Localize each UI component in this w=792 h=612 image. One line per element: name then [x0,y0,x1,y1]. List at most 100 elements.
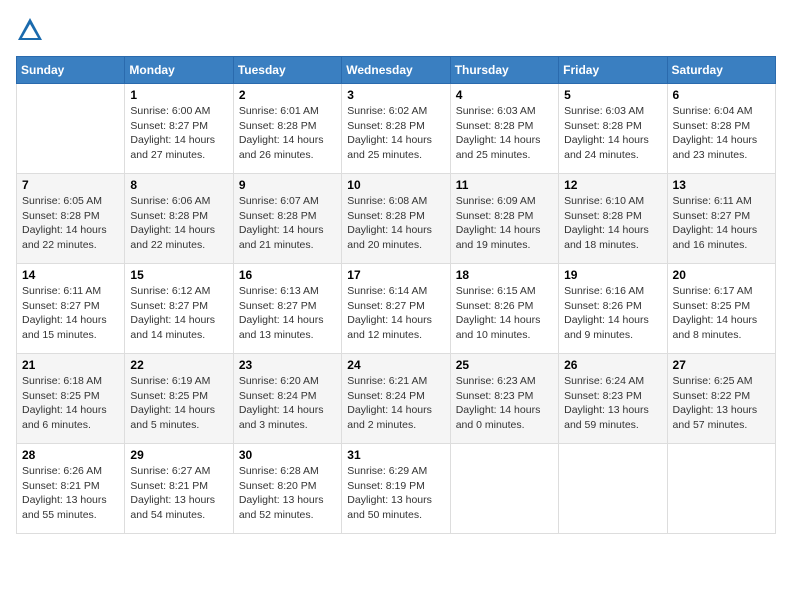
header-tuesday: Tuesday [233,57,341,84]
day-info: Sunrise: 6:08 AM Sunset: 8:28 PM Dayligh… [347,194,444,253]
day-info: Sunrise: 6:15 AM Sunset: 8:26 PM Dayligh… [456,284,553,343]
calendar-cell: 5 Sunrise: 6:03 AM Sunset: 8:28 PM Daylig… [559,84,667,174]
day-info: Sunrise: 6:26 AM Sunset: 8:21 PM Dayligh… [22,464,119,523]
day-number: 4 [456,88,553,102]
day-info: Sunrise: 6:21 AM Sunset: 8:24 PM Dayligh… [347,374,444,433]
day-info: Sunrise: 6:10 AM Sunset: 8:28 PM Dayligh… [564,194,661,253]
day-info: Sunrise: 6:13 AM Sunset: 8:27 PM Dayligh… [239,284,336,343]
day-number: 2 [239,88,336,102]
day-info: Sunrise: 6:06 AM Sunset: 8:28 PM Dayligh… [130,194,227,253]
calendar-cell: 4Sunrise: 6:03 AM Sunset: 8:28 PM Daylig… [450,84,558,174]
header-monday: Monday [125,57,233,84]
logo-icon [16,16,44,44]
day-info: Sunrise: 6:27 AM Sunset: 8:21 PM Dayligh… [130,464,227,523]
page-header [16,16,776,44]
calendar-cell: 25Sunrise: 6:23 AM Sunset: 8:23 PM Dayli… [450,354,558,444]
calendar-cell: 23 Sunrise: 6:20 AM Sunset: 8:24 PM Dayli… [233,354,341,444]
day-number: 12 [564,178,661,192]
calendar-cell: 18 Sunrise: 6:15 AM Sunset: 8:26 PM Dayli… [450,264,558,354]
calendar-cell: 15 Sunrise: 6:12 AM Sunset: 8:27 PM Dayli… [125,264,233,354]
calendar-cell: 17 Sunrise: 6:14 AM Sunset: 8:27 PM Dayli… [342,264,450,354]
day-number: 18 [456,268,553,282]
day-info: Sunrise: 6:11 AM Sunset: 8:27 PM Dayligh… [673,194,770,253]
day-number: 17 [347,268,444,282]
calendar-cell: 2 Sunrise: 6:01 AM Sunset: 8:28 PM Daylig… [233,84,341,174]
day-info: Sunrise: 6:02 AM Sunset: 8:28 PM Dayligh… [347,104,444,163]
day-info: Sunrise: 6:03 AM Sunset: 8:28 PM Dayligh… [564,104,661,163]
week-row-2: 7Sunrise: 6:05 AM Sunset: 8:28 PM Daylig… [17,174,776,264]
week-row-4: 21Sunrise: 6:18 AM Sunset: 8:25 PM Dayli… [17,354,776,444]
calendar-cell: 26 Sunrise: 6:24 AM Sunset: 8:23 PM Dayli… [559,354,667,444]
calendar-cell: 22 Sunrise: 6:19 AM Sunset: 8:25 PM Dayli… [125,354,233,444]
calendar-cell: 10 Sunrise: 6:08 AM Sunset: 8:28 PM Dayli… [342,174,450,264]
day-info: Sunrise: 6:20 AM Sunset: 8:24 PM Dayligh… [239,374,336,433]
day-number: 23 [239,358,336,372]
calendar-cell: 20Sunrise: 6:17 AM Sunset: 8:25 PM Dayli… [667,264,775,354]
day-number: 31 [347,448,444,462]
calendar-cell: 27Sunrise: 6:25 AM Sunset: 8:22 PM Dayli… [667,354,775,444]
day-info: Sunrise: 6:09 AM Sunset: 8:28 PM Dayligh… [456,194,553,253]
day-number: 28 [22,448,119,462]
day-number: 1 [130,88,227,102]
day-number: 16 [239,268,336,282]
day-info: Sunrise: 6:17 AM Sunset: 8:25 PM Dayligh… [673,284,770,343]
day-info: Sunrise: 6:01 AM Sunset: 8:28 PM Dayligh… [239,104,336,163]
day-number: 15 [130,268,227,282]
day-info: Sunrise: 6:23 AM Sunset: 8:23 PM Dayligh… [456,374,553,433]
calendar-cell: 11 Sunrise: 6:09 AM Sunset: 8:28 PM Dayli… [450,174,558,264]
calendar-cell: 14Sunrise: 6:11 AM Sunset: 8:27 PM Dayli… [17,264,125,354]
day-number: 9 [239,178,336,192]
day-info: Sunrise: 6:14 AM Sunset: 8:27 PM Dayligh… [347,284,444,343]
day-info: Sunrise: 6:16 AM Sunset: 8:26 PM Dayligh… [564,284,661,343]
day-number: 10 [347,178,444,192]
header-friday: Friday [559,57,667,84]
day-number: 6 [673,88,770,102]
day-info: Sunrise: 6:12 AM Sunset: 8:27 PM Dayligh… [130,284,227,343]
calendar-cell: 16 Sunrise: 6:13 AM Sunset: 8:27 PM Dayli… [233,264,341,354]
logo [16,16,48,44]
day-number: 13 [673,178,770,192]
calendar-cell: 29Sunrise: 6:27 AM Sunset: 8:21 PM Dayli… [125,444,233,534]
header-thursday: Thursday [450,57,558,84]
calendar-header-row: SundayMondayTuesdayWednesdayThursdayFrid… [17,57,776,84]
calendar-cell: 30 Sunrise: 6:28 AM Sunset: 8:20 PM Dayli… [233,444,341,534]
day-number: 27 [673,358,770,372]
calendar-cell: 24 Sunrise: 6:21 AM Sunset: 8:24 PM Dayli… [342,354,450,444]
day-info: Sunrise: 6:24 AM Sunset: 8:23 PM Dayligh… [564,374,661,433]
day-number: 24 [347,358,444,372]
header-sunday: Sunday [17,57,125,84]
day-number: 8 [130,178,227,192]
day-number: 3 [347,88,444,102]
calendar-cell [17,84,125,174]
day-number: 14 [22,268,119,282]
day-number: 22 [130,358,227,372]
calendar-cell [667,444,775,534]
calendar-cell: 1 Sunrise: 6:00 AM Sunset: 8:27 PM Daylig… [125,84,233,174]
day-number: 26 [564,358,661,372]
calendar-cell: 12 Sunrise: 6:10 AM Sunset: 8:28 PM Dayli… [559,174,667,264]
day-info: Sunrise: 6:29 AM Sunset: 8:19 PM Dayligh… [347,464,444,523]
week-row-1: 1 Sunrise: 6:00 AM Sunset: 8:27 PM Daylig… [17,84,776,174]
calendar-cell: 31 Sunrise: 6:29 AM Sunset: 8:19 PM Dayli… [342,444,450,534]
week-row-5: 28 Sunrise: 6:26 AM Sunset: 8:21 PM Dayli… [17,444,776,534]
day-number: 5 [564,88,661,102]
calendar-cell: 8 Sunrise: 6:06 AM Sunset: 8:28 PM Daylig… [125,174,233,264]
calendar-cell: 7Sunrise: 6:05 AM Sunset: 8:28 PM Daylig… [17,174,125,264]
day-number: 30 [239,448,336,462]
calendar-cell [559,444,667,534]
day-number: 19 [564,268,661,282]
calendar-cell: 9Sunrise: 6:07 AM Sunset: 8:28 PM Daylig… [233,174,341,264]
calendar-cell: 19 Sunrise: 6:16 AM Sunset: 8:26 PM Dayli… [559,264,667,354]
header-saturday: Saturday [667,57,775,84]
day-info: Sunrise: 6:28 AM Sunset: 8:20 PM Dayligh… [239,464,336,523]
header-wednesday: Wednesday [342,57,450,84]
calendar-cell [450,444,558,534]
calendar-cell: 21Sunrise: 6:18 AM Sunset: 8:25 PM Dayli… [17,354,125,444]
calendar-cell: 6Sunrise: 6:04 AM Sunset: 8:28 PM Daylig… [667,84,775,174]
day-info: Sunrise: 6:00 AM Sunset: 8:27 PM Dayligh… [130,104,227,163]
calendar-cell: 13 Sunrise: 6:11 AM Sunset: 8:27 PM Dayli… [667,174,775,264]
calendar-cell: 3 Sunrise: 6:02 AM Sunset: 8:28 PM Daylig… [342,84,450,174]
day-number: 11 [456,178,553,192]
day-info: Sunrise: 6:05 AM Sunset: 8:28 PM Dayligh… [22,194,119,253]
day-info: Sunrise: 6:19 AM Sunset: 8:25 PM Dayligh… [130,374,227,433]
